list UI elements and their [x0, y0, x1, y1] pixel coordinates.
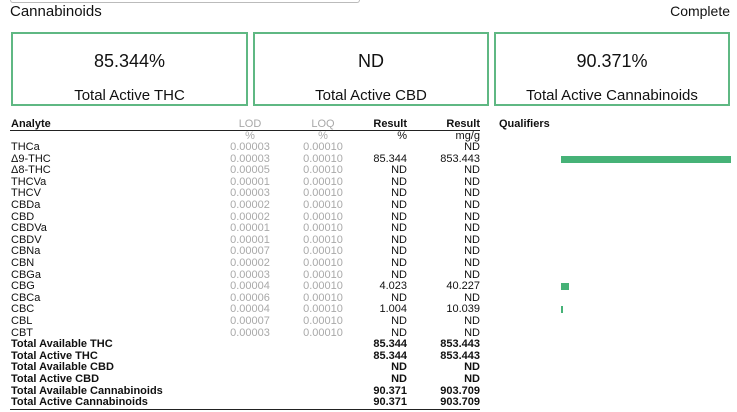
lod-value: 0.00002 — [230, 257, 270, 269]
result-pct-value: ND — [391, 257, 407, 269]
header-result-pct: Result — [373, 118, 407, 130]
total-name: Total Active CBD — [11, 373, 100, 385]
qualifier-bar — [561, 306, 563, 314]
card-value: ND — [358, 51, 384, 71]
header-analyte: Analyte — [11, 118, 51, 130]
header-loq: LOQ — [311, 118, 335, 130]
card-value: 85.344% — [93, 51, 166, 71]
section-title: Cannabinoids — [10, 3, 102, 20]
analyte-name: CBL — [11, 315, 33, 327]
lod-value: 0.00007 — [230, 315, 270, 327]
analyte-name: THCa — [11, 141, 40, 153]
loq-value: 0.00010 — [303, 141, 343, 153]
lod-value: 0.00003 — [230, 141, 270, 153]
summary-card-total-active-cannabinoids: 90.371% Total Active Cannabinoids — [494, 32, 730, 106]
analyte-name: CBN — [11, 257, 35, 269]
status-text: Complete — [670, 3, 730, 19]
loq-value: 0.00010 — [303, 199, 343, 211]
summary-card-total-active-thc: 85.344% Total Active THC — [11, 32, 248, 106]
header-result-mg: Result — [446, 118, 480, 130]
loq-value: 0.00010 — [303, 315, 343, 327]
total-name: Total Active Cannabinoids — [11, 396, 148, 409]
qualifier-bar — [561, 155, 731, 163]
total-pct-value: 90.371 — [373, 396, 407, 409]
card-value: 90.371% — [576, 51, 648, 71]
result-mg-value: ND — [464, 199, 480, 211]
result-mg-value: ND — [464, 141, 480, 153]
result-mg-value: ND — [464, 257, 480, 269]
loq-value: 0.00010 — [303, 257, 343, 269]
result-pct-value: ND — [391, 315, 407, 327]
unit-result-pct: % — [397, 130, 407, 142]
result-pct-value: ND — [391, 199, 407, 211]
header-qualifiers: Qualifiers — [499, 118, 550, 130]
analyte-name: CBDa — [11, 199, 41, 211]
total-mg-value: 903.709 — [440, 396, 480, 409]
card-caption: Total Active Cannabinoids — [526, 87, 698, 104]
summary-card-total-active-cbd: ND Total Active CBD — [253, 32, 489, 106]
lod-value: 0.00003 — [230, 326, 270, 339]
total-mg-value: ND — [464, 373, 480, 385]
card-caption: Total Active THC — [74, 87, 185, 104]
card-caption: Total Active CBD — [315, 87, 427, 104]
total-pct-value: ND — [391, 373, 407, 385]
header-lod: LOD — [238, 118, 262, 130]
qualifier-bar — [561, 283, 569, 291]
result-mg-value: ND — [464, 315, 480, 327]
loq-value: 0.00010 — [303, 326, 343, 339]
table-bottom-rule — [10, 408, 480, 410]
lod-value: 0.00002 — [230, 199, 270, 211]
